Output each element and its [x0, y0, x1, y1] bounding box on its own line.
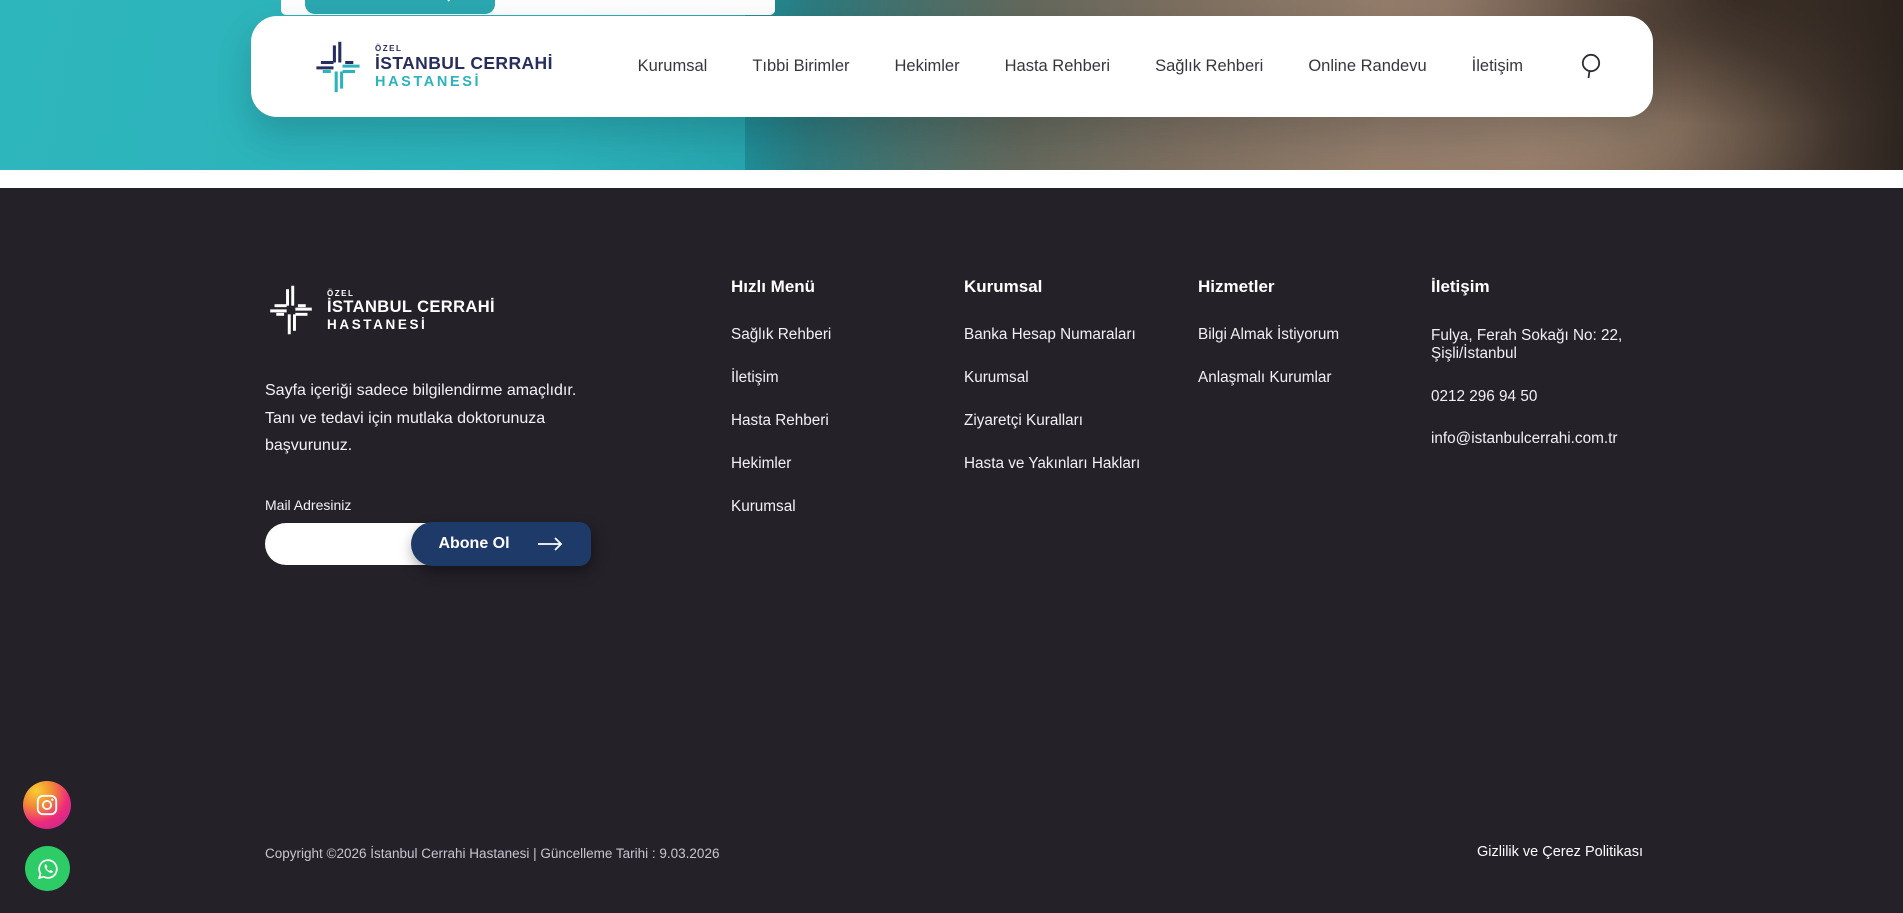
contact-phone[interactable]: 0212 296 94 50 — [1431, 388, 1646, 406]
subscribe-button[interactable]: Abone Ol — [411, 522, 591, 566]
footer-column-title: Hizmetler — [1198, 277, 1339, 297]
disclaimer-line: Tanı ve tedavi için mutlaka doktorunuza — [265, 405, 600, 433]
arrow-right-icon — [536, 536, 564, 552]
content-card-remnant: Gönder — [281, 0, 775, 15]
footer-column-quick-menu: Hızlı Menü Sağlık Rehberi İletişim Hasta R… — [731, 277, 831, 541]
footer-column-services: Hizmetler Bilgi Almak İstiyorum Anlaşmalı… — [1198, 277, 1339, 412]
footer-brand-column: ÖZEL İSTANBUL CERRAHİ HASTANESİ Sayfa iç… — [265, 283, 600, 567]
subscribe-button-label: Abone Ol — [438, 535, 509, 553]
footer-link[interactable]: Banka Hesap Numaraları — [964, 326, 1140, 344]
address-line: Fulya, Ferah Sokağı No: 22, — [1431, 327, 1646, 345]
logo-name: İSTANBUL CERRAHİ — [375, 53, 553, 74]
nav-item[interactable]: Kurumsal — [638, 57, 708, 76]
footer-link[interactable]: Bilgi Almak İstiyorum — [1198, 326, 1339, 344]
footer-column-contact: İletişim Fulya, Ferah Sokağı No: 22, Şiş… — [1431, 277, 1646, 448]
header-logo-text: ÖZEL İSTANBUL CERRAHİ HASTANESİ — [375, 44, 553, 90]
footer-link[interactable]: Anlaşmalı Kurumlar — [1198, 369, 1339, 387]
footer-link[interactable]: Sağlık Rehberi — [731, 326, 831, 344]
nav-item[interactable]: Sağlık Rehberi — [1155, 57, 1263, 76]
disclaimer-text: Sayfa içeriği sadece bilgilendirme amaçl… — [265, 377, 600, 460]
search-icon — [1579, 52, 1605, 80]
footer-column-title: İletişim — [1431, 277, 1646, 297]
footer: ÖZEL İSTANBUL CERRAHİ HASTANESİ Sayfa iç… — [0, 188, 1903, 913]
whatsapp-icon — [35, 856, 61, 882]
header-bar: ÖZEL İSTANBUL CERRAHİ HASTANESİ Kurumsal… — [251, 16, 1653, 117]
footer-link[interactable]: Kurumsal — [964, 369, 1140, 387]
contact-email[interactable]: info@istanbulcerrahi.com.tr — [1431, 430, 1646, 448]
nav-item[interactable]: Hasta Rehberi — [1005, 57, 1110, 76]
instagram-icon — [34, 792, 60, 818]
address-line: Şişli/İstanbul — [1431, 345, 1646, 363]
hospital-cross-logo-icon — [265, 283, 317, 337]
nav-item[interactable]: Online Randevu — [1308, 57, 1426, 76]
footer-column-title: Kurumsal — [964, 277, 1140, 297]
contact-address: Fulya, Ferah Sokağı No: 22, Şişli/İstanb… — [1431, 327, 1646, 362]
footer-link[interactable]: İletişim — [731, 369, 831, 387]
logo-ozel: ÖZEL — [375, 44, 553, 53]
search-button[interactable] — [1577, 52, 1607, 82]
footer-link[interactable]: Kurumsal — [731, 498, 831, 516]
logo-ozel: ÖZEL — [327, 289, 495, 298]
logo-name: İSTANBUL CERRAHİ — [327, 298, 495, 317]
nav-item[interactable]: İletişim — [1472, 57, 1523, 76]
logo-subname: HASTANESİ — [375, 74, 553, 90]
nav-item[interactable]: Tıbbi Birimler — [752, 57, 849, 76]
footer-links: Sağlık Rehberi İletişim Hasta Rehberi Hekim… — [731, 326, 831, 516]
footer-column-corporate: Kurumsal Banka Hesap Numaraları Kurumsal Z… — [964, 277, 1140, 498]
disclaimer-line: Sayfa içeriği sadece bilgilendirme amaçl… — [265, 377, 600, 405]
footer-logo-text: ÖZEL İSTANBUL CERRAHİ HASTANESİ — [327, 289, 495, 332]
newsletter-form: Abone Ol — [265, 522, 595, 567]
footer-link[interactable]: Hasta ve Yakınları Hakları — [964, 455, 1140, 473]
footer-link[interactable]: Ziyaretçi Kuralları — [964, 412, 1140, 430]
nav-item[interactable]: Hekimler — [895, 57, 960, 76]
newsletter-label: Mail Adresiniz — [265, 497, 600, 513]
page-background-strip — [0, 170, 1903, 188]
hospital-cross-logo-icon — [311, 39, 365, 95]
logo-subname: HASTANESİ — [327, 317, 495, 332]
footer-logo: ÖZEL İSTANBUL CERRAHİ HASTANESİ — [265, 283, 600, 337]
disclaimer-line: başvurunuz. — [265, 432, 600, 460]
footer-link[interactable]: Hasta Rehberi — [731, 412, 831, 430]
arrow-right-icon — [431, 0, 457, 3]
gonder-button[interactable]: Gönder — [305, 0, 495, 14]
gonder-button-label: Gönder — [343, 0, 396, 3]
whatsapp-button[interactable] — [25, 846, 70, 891]
hero-section: Gönder ÖZEL İSTANBUL CERRAHİ HAS — [0, 0, 1903, 170]
copyright-text: Copyright ©2026 İstanbul Cerrahi Hastane… — [265, 846, 719, 861]
header-logo[interactable]: ÖZEL İSTANBUL CERRAHİ HASTANESİ — [311, 39, 553, 95]
footer-column-title: Hızlı Menü — [731, 277, 831, 297]
instagram-button[interactable] — [23, 781, 71, 829]
privacy-policy-link[interactable]: Gizlilik ve Çerez Politikası — [1477, 844, 1643, 860]
footer-links: Bilgi Almak İstiyorum Anlaşmalı Kurumlar — [1198, 326, 1339, 387]
footer-link[interactable]: Hekimler — [731, 455, 831, 473]
main-navigation: Kurumsal Tıbbi Birimler Hekimler Hasta Rehb… — [638, 57, 1523, 76]
footer-links: Banka Hesap Numaraları Kurumsal Ziyaretçi … — [964, 326, 1140, 473]
